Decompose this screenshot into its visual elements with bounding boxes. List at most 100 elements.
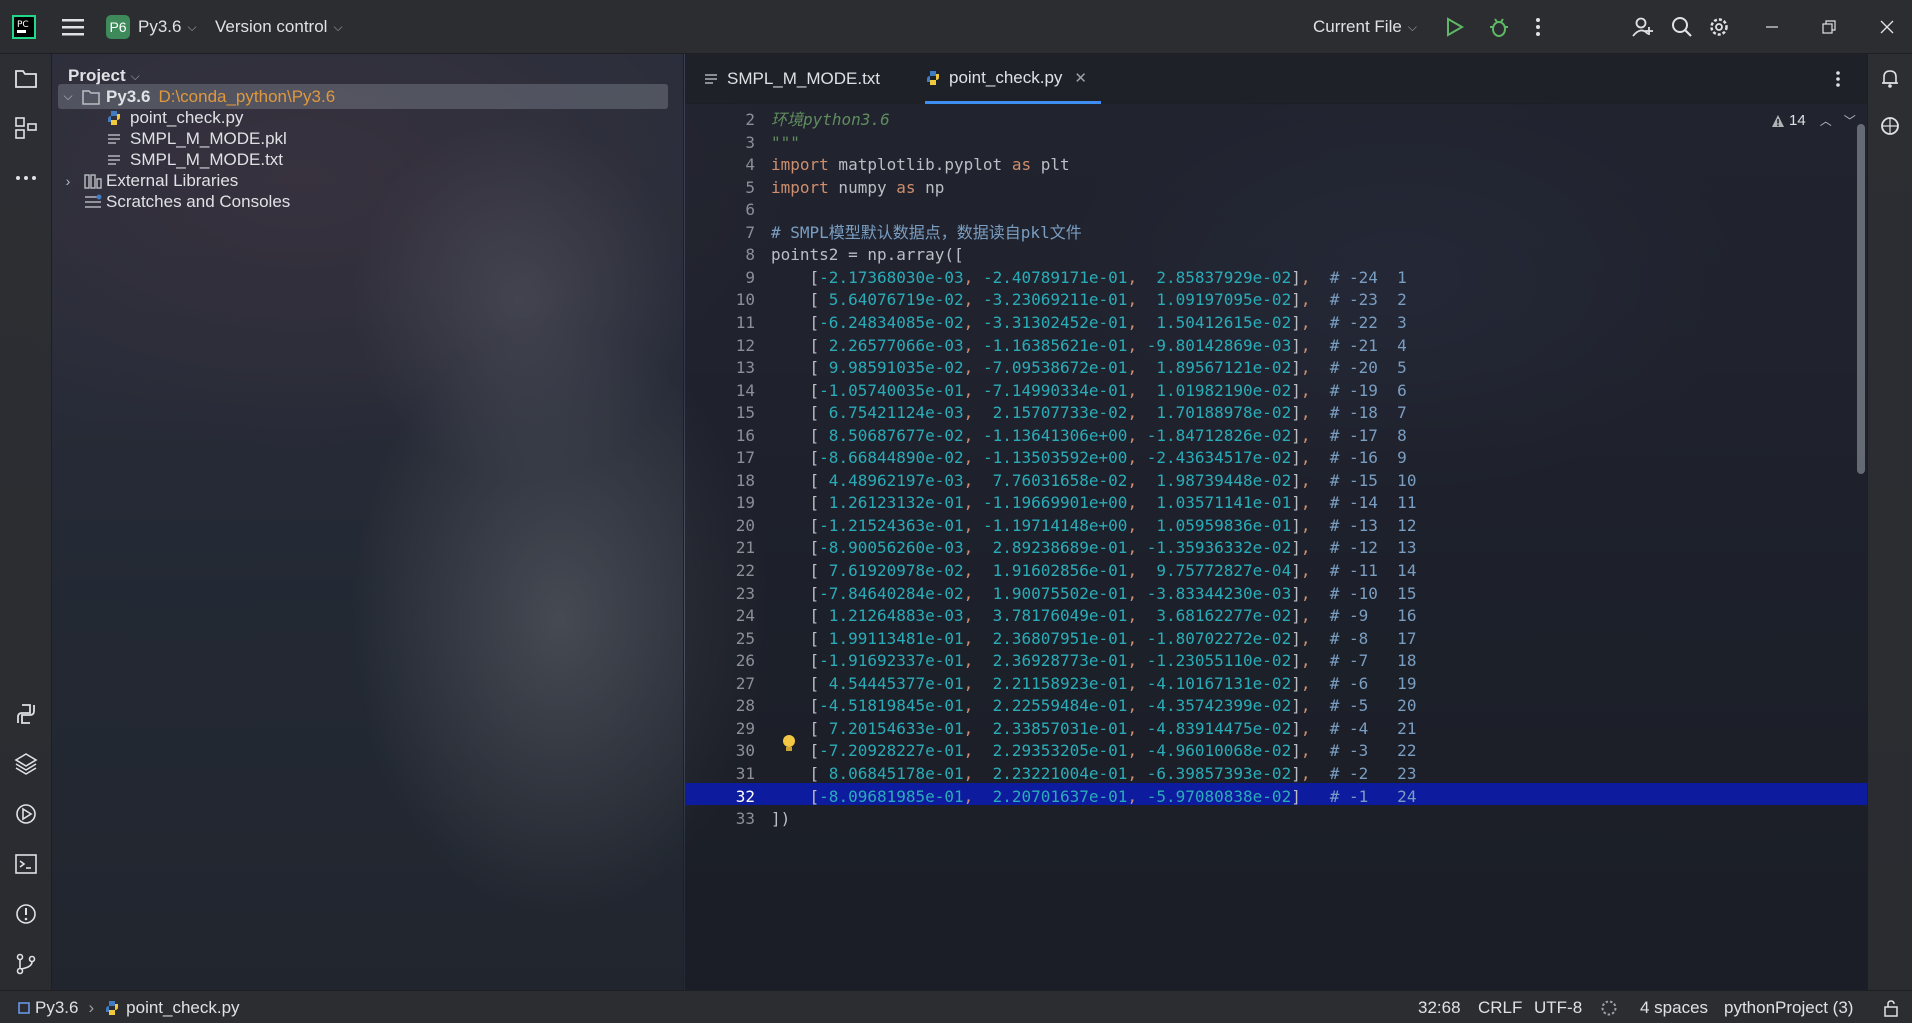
indent-settings[interactable]: 4 spaces bbox=[1640, 991, 1708, 1023]
restore-icon[interactable] bbox=[1821, 0, 1837, 54]
comma-token: , bbox=[1127, 425, 1147, 445]
services-icon[interactable] bbox=[12, 800, 40, 828]
project-badge: P6 bbox=[106, 15, 130, 39]
main-menu-icon[interactable] bbox=[62, 0, 86, 54]
number-token: 7.76031658e-02 bbox=[982, 470, 1128, 490]
comma-token: , bbox=[963, 696, 983, 716]
comment-token: # -8 17 bbox=[1310, 628, 1417, 648]
vcs-widget[interactable]: Version control ⌵ bbox=[215, 0, 343, 54]
tab-options-icon[interactable] bbox=[1835, 54, 1841, 104]
app-logo-icon[interactable]: PC bbox=[12, 0, 36, 54]
notifications-bell-icon[interactable] bbox=[1876, 64, 1904, 92]
comment-token: # -21 4 bbox=[1310, 335, 1407, 355]
tab-point-check[interactable]: point_check.py ✕ bbox=[925, 54, 1101, 104]
comma-token: , bbox=[963, 651, 983, 671]
more-actions-icon[interactable] bbox=[1535, 0, 1541, 54]
comment-token: # -23 2 bbox=[1310, 290, 1407, 310]
add-user-icon[interactable] bbox=[1632, 0, 1654, 54]
code-token: ] bbox=[1291, 335, 1301, 355]
code-token: [ bbox=[771, 538, 820, 558]
git-icon[interactable] bbox=[12, 950, 40, 978]
breadcrumb-project[interactable]: Py3.6 bbox=[35, 998, 78, 1018]
lock-icon[interactable] bbox=[1883, 991, 1899, 1023]
status-bar: Py3.6 › point_check.py 32:68 CRLF UTF-8 … bbox=[0, 990, 1912, 1023]
structure-icon[interactable] bbox=[12, 114, 40, 142]
python-file-icon bbox=[104, 1000, 120, 1016]
ai-assistant-icon[interactable] bbox=[1876, 112, 1904, 140]
run-icon[interactable] bbox=[1444, 0, 1464, 54]
number-token: -5.97080838e-02 bbox=[1146, 786, 1292, 806]
comment-token: # -9 16 bbox=[1310, 606, 1417, 626]
comma-token: , bbox=[963, 561, 983, 580]
scrollbar-thumb[interactable] bbox=[1857, 124, 1865, 474]
comma-token: , bbox=[963, 606, 983, 626]
comment-token: # -24 1 bbox=[1310, 267, 1407, 287]
chevron-down-icon[interactable]: ⌵ bbox=[58, 89, 78, 104]
project-widget[interactable]: P6 Py3.6 ⌵ bbox=[106, 0, 197, 54]
caret-position[interactable]: 32:68 bbox=[1418, 991, 1461, 1023]
project-view-selector[interactable]: Project ⌵ bbox=[68, 66, 140, 86]
comma-token: , bbox=[963, 628, 983, 648]
breadcrumb-file[interactable]: point_check.py bbox=[126, 998, 239, 1018]
comma-token: , bbox=[963, 583, 983, 603]
comment-token: # -2 23 bbox=[1310, 763, 1417, 783]
tab-label: SMPL_M_MODE.txt bbox=[727, 69, 881, 88]
number-token: 1.26123132e-01 bbox=[819, 493, 964, 513]
python-console-icon[interactable] bbox=[12, 700, 40, 728]
number-token: -3.23069211e-01 bbox=[982, 290, 1128, 310]
comment-token: # -19 6 bbox=[1310, 380, 1407, 400]
comma-token: , bbox=[1127, 493, 1147, 513]
comma-token: , bbox=[963, 403, 983, 423]
tree-root-name: Py3.6 bbox=[106, 86, 151, 106]
run-config-selector[interactable]: Current File ⌵ bbox=[1313, 0, 1417, 54]
chevron-right-icon[interactable]: › bbox=[58, 173, 78, 189]
chevron-down-icon: ⌵ bbox=[130, 68, 140, 83]
breadcrumb: Py3.6 › point_check.py bbox=[18, 991, 240, 1023]
number-token: -7.20928227e-01 bbox=[819, 741, 964, 761]
close-tab-icon[interactable]: ✕ bbox=[1074, 69, 1087, 87]
more-tools-icon[interactable] bbox=[12, 164, 40, 192]
problems-icon[interactable] bbox=[12, 900, 40, 928]
line-separator[interactable]: CRLF bbox=[1478, 991, 1522, 1023]
minimize-icon[interactable] bbox=[1764, 0, 1780, 54]
code-token: ] bbox=[1291, 312, 1301, 332]
number-token: -4.51819845e-01 bbox=[819, 696, 964, 716]
number-token: 2.20701637e-01 bbox=[982, 786, 1128, 806]
number-token: -3.83344230e-03 bbox=[1146, 583, 1292, 603]
python-interpreter[interactable]: pythonProject (3) bbox=[1724, 991, 1853, 1023]
number-token: -1.19714148e+00 bbox=[982, 515, 1128, 535]
close-window-icon[interactable] bbox=[1879, 0, 1895, 54]
comma-token: , bbox=[1127, 583, 1147, 603]
debug-icon[interactable] bbox=[1488, 0, 1510, 54]
tab-smpl-txt[interactable]: SMPL_M_MODE.txt bbox=[703, 54, 880, 104]
number-token: 2.26577066e-03 bbox=[819, 335, 964, 355]
number-token: 7.61920978e-02 bbox=[819, 561, 964, 580]
code-token: ] bbox=[1291, 515, 1301, 535]
code-token: ] bbox=[1291, 696, 1301, 716]
terminal-icon[interactable] bbox=[12, 850, 40, 878]
settings-gear-icon[interactable] bbox=[1708, 0, 1730, 54]
number-token: 6.75421124e-03 bbox=[819, 403, 964, 423]
comma-token: , bbox=[1127, 696, 1147, 716]
comment-token: # -3 22 bbox=[1310, 741, 1417, 761]
file-encoding[interactable]: UTF-8 bbox=[1534, 991, 1582, 1023]
python-file-icon bbox=[106, 110, 122, 126]
intention-bulb-icon[interactable] bbox=[781, 734, 797, 758]
code-text-area[interactable]: 环境python3.6 """ import matplotlib.pyplot a… bbox=[771, 104, 1851, 990]
editor-scrollbar[interactable] bbox=[1855, 124, 1865, 984]
comma-token: , bbox=[963, 335, 983, 355]
layers-icon[interactable] bbox=[12, 750, 40, 778]
tree-scratches-row[interactable]: Scratches and Consoles bbox=[84, 189, 290, 214]
number-token: -1.13503592e+00 bbox=[982, 448, 1128, 468]
number-token: 1.21264883e-03 bbox=[819, 606, 964, 626]
tree-file-label: point_check.py bbox=[130, 107, 244, 127]
number-token: 1.70188978e-02 bbox=[1146, 403, 1292, 423]
folder-icon[interactable] bbox=[12, 64, 40, 92]
keyword-token: import bbox=[771, 177, 829, 197]
editor-area: SMPL_M_MODE.txt point_check.py ✕ 14 ︿ ﹀ … bbox=[685, 54, 1867, 990]
search-icon[interactable] bbox=[1671, 0, 1693, 54]
number-token: 3.68162277e-02 bbox=[1146, 606, 1292, 626]
comma-token: , bbox=[963, 267, 983, 287]
comma-token: , bbox=[1127, 718, 1147, 738]
comma-token: , bbox=[1127, 448, 1147, 468]
